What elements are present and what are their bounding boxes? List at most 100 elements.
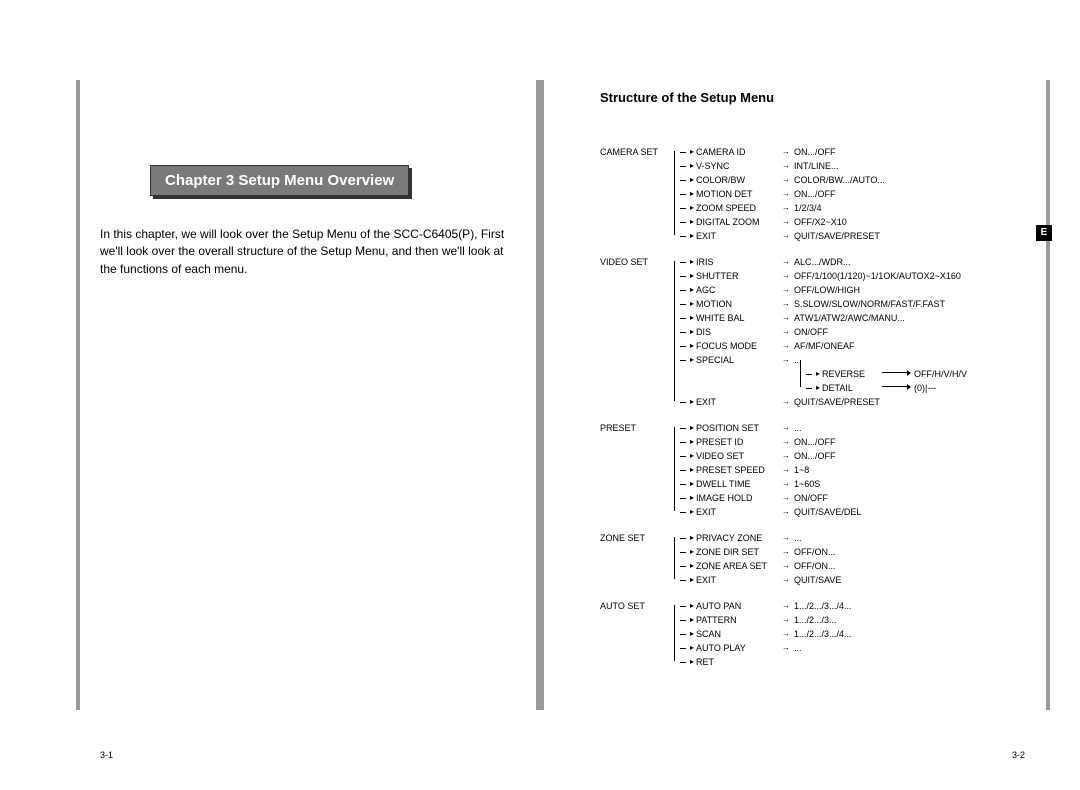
branch-label: ZOOM SPEED [696,201,782,215]
arrow-icon: ▸ [690,559,694,573]
arrow-icon [882,372,910,373]
arrow-icon: ▸ [690,201,694,215]
branch-row: ▸IRISALC.../WDR... [680,255,967,269]
branch-value: ... [782,531,802,545]
branch-row: ▸ZONE AREA SETOFF/ON... [680,559,841,573]
branch-label: MOTION [696,297,782,311]
sub-label: DETAIL [822,381,878,395]
branch-row: ▸EXITQUIT/SAVE/DEL [680,505,861,519]
branch-value: OFF/1/100(1/120)~1/1OK/AUTOX2~X160 [782,269,961,283]
sub-label: REVERSE [822,367,878,381]
arrow-icon: ▸ [690,641,694,655]
branch-label: AUTO PLAY [696,641,782,655]
chapter-title-box: Chapter 3 Setup Menu Overview [150,165,409,196]
branch-label: DIGITAL ZOOM [696,215,782,229]
arrow-icon: ▸ [690,311,694,325]
branch-row: ▸ZONE DIR SETOFF/ON... [680,545,841,559]
branch-value: ON.../OFF [782,435,836,449]
menu-tree: CAMERA SET▸CAMERA IDON.../OFF▸V-SYNCINT/… [600,145,1025,669]
menu-trunk: PRESET▸POSITION SET...▸PRESET IDON.../OF… [600,421,1025,519]
arrow-icon: ▸ [690,463,694,477]
arrow-icon: ▸ [690,477,694,491]
arrow-icon: ▸ [816,381,820,395]
arrow-icon: ▸ [690,599,694,613]
trunk-label: AUTO SET [600,599,674,613]
arrow-icon: ▸ [690,449,694,463]
branch-row: ▸FOCUS MODEAF/MF/ONEAF [680,339,967,353]
branch-column: ▸IRISALC.../WDR...▸SHUTTEROFF/1/100(1/12… [674,255,967,409]
page-left: Chapter 3 Setup Menu Overview In this ch… [0,0,540,790]
trunk-label: CAMERA SET [600,145,674,159]
branch-value: ON.../OFF [782,145,836,159]
arrow-icon: ▸ [690,269,694,283]
branch-row: ▸PATTERN1.../2.../3... [680,613,852,627]
sub-branch: ▸REVERSEOFF/H/V/H/V▸DETAIL(0)|--- [800,367,967,395]
branch-row: ▸V-SYNCINT/LINE... [680,159,885,173]
branch-label: MOTION DET [696,187,782,201]
branch-value: ON/OFF [782,491,828,505]
branch-row: ▸SCAN1.../2.../3.../4... [680,627,852,641]
sub-value: (0)|--- [914,381,936,395]
branch-value: 1~60S [782,477,820,491]
arrow-icon: ▸ [690,613,694,627]
branch-row: ▸AUTO PLAY... [680,641,852,655]
branch-label: IRIS [696,255,782,269]
branch-value: 1/2/3/4 [782,201,822,215]
branch-row: ▸IMAGE HOLDON/OFF [680,491,861,505]
branch-label: VIDEO SET [696,449,782,463]
arrow-icon: ▸ [690,145,694,159]
branch-column: ▸AUTO PAN1.../2.../3.../4...▸PATTERN1...… [674,599,852,669]
branch-label: EXIT [696,573,782,587]
arrow-icon: ▸ [690,215,694,229]
page-number-left: 3-1 [100,750,113,760]
branch-row: ▸EXITQUIT/SAVE/PRESET [680,395,967,409]
branch-row: ▸MOTION DETON.../OFF [680,187,885,201]
branch-row: ▸VIDEO SETON.../OFF [680,449,861,463]
branch-row: ▸SHUTTEROFF/1/100(1/120)~1/1OK/AUTOX2~X1… [680,269,967,283]
branch-value: QUIT/SAVE [782,573,841,587]
branch-label: EXIT [696,505,782,519]
branch-label: CAMERA ID [696,145,782,159]
language-tab: E [1036,225,1052,241]
branch-row: ▸PRESET IDON.../OFF [680,435,861,449]
branch-row: ▸AUTO PAN1.../2.../3.../4... [680,599,852,613]
menu-trunk: VIDEO SET▸IRISALC.../WDR...▸SHUTTEROFF/1… [600,255,1025,409]
branch-label: IMAGE HOLD [696,491,782,505]
branch-label: PRIVACY ZONE [696,531,782,545]
branch-value: AF/MF/ONEAF [782,339,855,353]
branch-value: ... [782,421,802,435]
arrow-icon: ▸ [690,229,694,243]
menu-trunk: ZONE SET▸PRIVACY ZONE...▸ZONE DIR SETOFF… [600,531,1025,587]
branch-label: RET [696,655,782,669]
arrow-icon: ▸ [690,187,694,201]
branch-label: DWELL TIME [696,477,782,491]
branch-label: AGC [696,283,782,297]
arrow-icon: ▸ [690,655,694,669]
arrow-icon [882,386,910,387]
trunk-label: VIDEO SET [600,255,674,269]
branch-row: ▸WHITE BALATW1/ATW2/AWC/MANU... [680,311,967,325]
branch-label: FOCUS MODE [696,339,782,353]
branch-row: ▸PRESET SPEED1~8 [680,463,861,477]
branch-column: ▸POSITION SET...▸PRESET IDON.../OFF▸VIDE… [674,421,861,519]
branch-label: PATTERN [696,613,782,627]
arrow-icon: ▸ [690,505,694,519]
page-number-right: 3-2 [1012,750,1025,760]
branch-value: ... [782,353,802,367]
branch-label: V-SYNC [696,159,782,173]
branch-value: 1.../2.../3... [782,613,837,627]
branch-value: ON.../OFF [782,449,836,463]
branch-label: EXIT [696,395,782,409]
branch-row: ▸DIGITAL ZOOMOFF/X2~X10 [680,215,885,229]
branch-value: QUIT/SAVE/DEL [782,505,861,519]
arrow-icon: ▸ [690,255,694,269]
trunk-label: PRESET [600,421,674,435]
branch-row: ▸SPECIAL... [680,353,967,367]
branch-label: SCAN [696,627,782,641]
branch-row: ▸DWELL TIME1~60S [680,477,861,491]
branch-value: COLOR/BW.../AUTO... [782,173,885,187]
branch-column: ▸PRIVACY ZONE...▸ZONE DIR SETOFF/ON...▸Z… [674,531,841,587]
page-spread: Chapter 3 Setup Menu Overview In this ch… [0,0,1080,790]
branch-value: QUIT/SAVE/PRESET [782,229,880,243]
branch-label: SPECIAL [696,353,782,367]
